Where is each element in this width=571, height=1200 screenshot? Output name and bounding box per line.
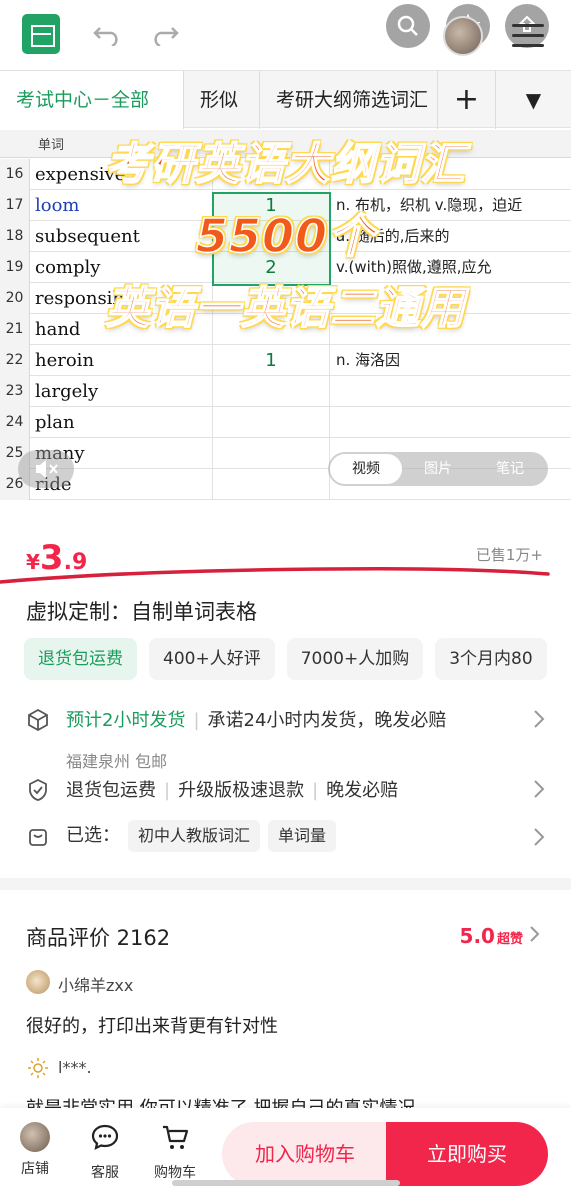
- cell-count: [212, 438, 330, 469]
- media-tab-video[interactable]: 视频: [330, 454, 402, 484]
- chevron-right-icon: [534, 710, 545, 728]
- product-image[interactable]: 考试中心－全部 形似 考研大纲筛选词汇 + ▼ 单词 16 expensive 17…: [0, 0, 571, 510]
- sold-count: 已售1万+: [475, 546, 543, 564]
- sheet-tab-exam-center: 考试中心－全部: [0, 71, 184, 129]
- review-text: 很好的，打印出来背更有针对性: [26, 1016, 278, 1037]
- overlay-headline: 考研英语大纲词汇: [105, 138, 466, 191]
- search-icon[interactable]: [386, 4, 430, 48]
- add-sheet-icon: +: [438, 71, 496, 129]
- shop-label: 店铺: [21, 1161, 49, 1177]
- selected-option-count: 单词量: [268, 820, 337, 852]
- cell-count: [212, 407, 330, 438]
- service-fast-refund: 升级版极速退款: [178, 780, 305, 801]
- score-value: 5.0: [459, 924, 495, 948]
- overlay-count: 5500个: [195, 208, 376, 264]
- reviewer-name: 小绵羊zxx: [58, 976, 134, 995]
- chat-icon: [91, 1124, 119, 1151]
- shipping-promise: 承诺24小时内发货，晚发必赔: [207, 710, 447, 731]
- chevron-right-icon: [534, 780, 545, 798]
- cell-count: [212, 469, 330, 500]
- sheet-tab-bar: 考试中心－全部 形似 考研大纲筛选词汇 + ▼: [0, 70, 571, 129]
- home-indicator: [172, 1180, 400, 1186]
- sun-icon: [28, 1058, 48, 1078]
- product-title: 虚拟定制：自制单词表格: [26, 600, 257, 624]
- reviews-title[interactable]: 商品评价 2162: [26, 922, 170, 952]
- shipping-estimate: 预计2小时发货: [66, 710, 186, 731]
- row-number: 24: [0, 407, 30, 438]
- reviewer-avatar: [26, 1056, 50, 1080]
- package-icon: [28, 708, 48, 732]
- selected-label: 已选：: [66, 825, 120, 846]
- sheet-dropdown-icon: ▼: [525, 88, 542, 112]
- cell-count: [212, 376, 330, 407]
- sheet-row: 24 plan: [0, 407, 571, 438]
- shipping-origin: 福建泉州 包邮: [66, 752, 168, 771]
- cart-label: 购物车: [154, 1165, 196, 1181]
- service-late-compensation: 晚发必赔: [326, 780, 399, 801]
- spreadsheet-app-icon: [22, 14, 60, 54]
- menu-icon: [512, 24, 544, 48]
- media-type-toggle: 视频 图片 笔记: [328, 452, 548, 486]
- selected-options-row[interactable]: 已选： 初中人教版词汇 单词量: [26, 818, 546, 854]
- reviews-score[interactable]: 5.0 超赞: [460, 924, 541, 948]
- cell-meaning: n. 海洛因: [336, 351, 401, 369]
- cell-meaning: [333, 407, 571, 438]
- cell-word: heroin: [35, 350, 95, 371]
- reviewer-avatar: [26, 970, 50, 994]
- shipping-row[interactable]: 预计2小时发货 | 承诺24小时内发货，晚发必赔: [26, 706, 546, 736]
- product-tags: 退货包运费 400+人好评 7000+人加购 3个月内80: [24, 638, 571, 682]
- bottom-action-bar: 店铺 客服 购物车 加入购物车 立即购买: [0, 1108, 571, 1200]
- tag-add-to-cart-count: 7000+人加购: [286, 638, 424, 680]
- sheet-tab-similar: 形似: [184, 71, 260, 129]
- shop-button[interactable]: 店铺: [10, 1122, 60, 1178]
- reviewer-name: l***.: [58, 1058, 92, 1077]
- handdrawn-underline: [0, 567, 550, 584]
- buy-now-button[interactable]: 立即购买: [386, 1122, 548, 1186]
- product-info: ¥3.9 已售1万+ 虚拟定制：自制单词表格 退货包运费 400+人好评 700…: [0, 510, 571, 880]
- chevron-right-icon: [534, 828, 545, 846]
- sheet-row: 23 largely: [0, 376, 571, 407]
- chevron-right-icon: [530, 926, 540, 942]
- undo-icon: [93, 27, 118, 46]
- service-free-return: 退货包运费: [66, 780, 156, 801]
- sheet-user-avatar: [443, 16, 483, 56]
- media-tab-notes[interactable]: 笔记: [474, 454, 546, 484]
- overlay-subtitle: 英语一英语二通用: [105, 282, 466, 335]
- shop-avatar: [20, 1122, 50, 1152]
- shield-check-icon: [29, 778, 47, 801]
- redo-icon: [154, 27, 179, 46]
- cell-word: plan: [35, 412, 75, 433]
- tag-good-reviews: 400+人好评: [149, 638, 275, 680]
- customer-service-button[interactable]: 客服: [80, 1122, 130, 1182]
- mute-icon[interactable]: [18, 450, 74, 488]
- score-label: 超赞: [496, 932, 523, 947]
- bag-icon: [29, 829, 47, 846]
- add-to-cart-button[interactable]: 加入购物车: [222, 1122, 388, 1186]
- cart-button[interactable]: 购物车: [150, 1122, 200, 1182]
- media-tab-image[interactable]: 图片: [402, 454, 474, 484]
- tag-recent-sales: 3个月内80: [435, 638, 547, 680]
- cart-icon: [163, 1125, 189, 1149]
- section-divider: [0, 878, 571, 890]
- sheet-toolbar: [0, 0, 571, 66]
- cell-meaning: [333, 376, 571, 407]
- service-label: 客服: [91, 1165, 119, 1181]
- row-number: 23: [0, 376, 30, 407]
- cell-count: 1: [212, 345, 330, 376]
- selected-option-vocab: 初中人教版词汇: [128, 820, 261, 852]
- sheet-tab-syllabus: 考研大纲筛选词汇: [260, 71, 438, 129]
- sheet-row: 22 heroin 1 n. 海洛因: [0, 345, 571, 376]
- service-row[interactable]: 退货包运费 | 升级版极速退款 | 晚发必赔: [26, 776, 546, 806]
- cell-word: largely: [35, 381, 99, 402]
- tag-free-return: 退货包运费: [24, 638, 137, 680]
- row-number: 22: [0, 345, 30, 376]
